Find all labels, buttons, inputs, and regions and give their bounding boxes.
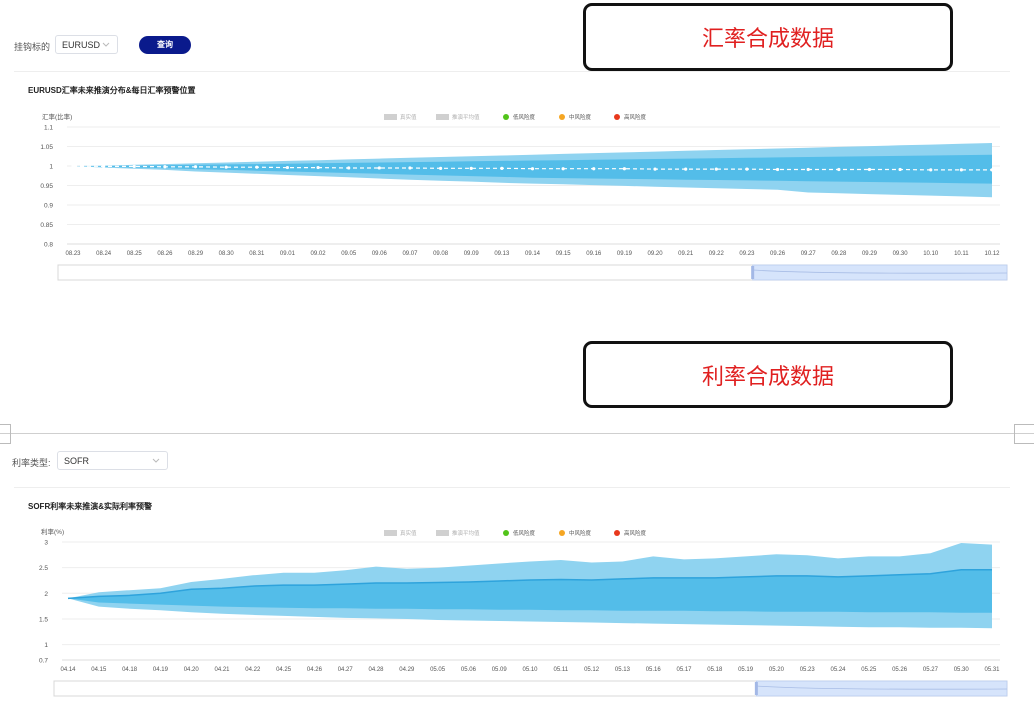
x-tick-label: 04.20 (184, 667, 200, 673)
x-tick-label: 05.11 (554, 667, 569, 673)
zoom-slider-window (755, 680, 1008, 697)
y-tick-label: 2.5 (39, 565, 48, 572)
x-tick-label: 05.30 (954, 667, 970, 673)
legend-dot (503, 530, 509, 536)
rate-chart: 利率(%) 3 2.5 2 1.5 1 0.7 04.14 04.15 04.18 04.19 04.… (39, 527, 1008, 697)
y-axis-label: 利率(%) (41, 527, 64, 536)
x-tick-label: 05.10 (522, 667, 538, 673)
legend-dot (559, 530, 565, 536)
x-tick-label: 05.12 (584, 667, 600, 673)
legend-dot (614, 530, 620, 536)
y-tick-label: 2 (44, 591, 48, 598)
x-tick-label: 05.17 (676, 667, 692, 673)
x-tick-label: 05.27 (923, 667, 939, 673)
x-tick-label: 05.13 (615, 667, 631, 673)
x-tick-label: 05.05 (430, 667, 446, 673)
legend-label: 真实值 (400, 529, 417, 537)
x-tick-label: 04.14 (60, 667, 76, 673)
legend-label: 中风险度 (569, 529, 592, 537)
y-tick-label: 0.7 (39, 658, 48, 665)
x-tick-label: 04.19 (153, 667, 169, 673)
x-tick-label: 04.15 (91, 667, 107, 673)
legend-label: 低风险度 (513, 529, 536, 537)
zoom-handle (754, 682, 758, 695)
x-tick-label: 05.31 (984, 667, 1000, 673)
x-tick-label: 05.25 (861, 667, 877, 673)
y-tick-label: 1.5 (39, 616, 48, 623)
x-tick-label: 05.06 (461, 667, 477, 673)
x-tick-label: 05.09 (492, 667, 508, 673)
y-tick-label: 3 (44, 540, 48, 547)
x-tick-label: 04.29 (399, 667, 415, 673)
x-tick-label: 05.24 (830, 667, 846, 673)
x-tick-label: 04.25 (276, 667, 292, 673)
x-tick-label: 05.19 (738, 667, 754, 673)
x-tick-label: 05.18 (707, 667, 723, 673)
x-tick-label: 04.22 (245, 667, 261, 673)
x-tick-label: 04.26 (307, 667, 323, 673)
y-tick-label: 1 (44, 642, 48, 649)
x-tick-label: 04.18 (122, 667, 138, 673)
x-tick-label: 05.23 (800, 667, 816, 673)
legend-label: 推演平均值 (452, 529, 480, 537)
legend-swatch (384, 530, 397, 536)
legend-label: 高风险度 (624, 529, 647, 537)
x-tick-label: 05.20 (769, 667, 785, 673)
x-tick-label: 05.16 (646, 667, 662, 673)
x-tick-label: 04.27 (338, 667, 354, 673)
x-tick-label: 05.26 (892, 667, 908, 673)
x-tick-label: 04.21 (214, 667, 230, 673)
x-tick-label: 04.28 (368, 667, 384, 673)
legend-swatch (436, 530, 449, 536)
